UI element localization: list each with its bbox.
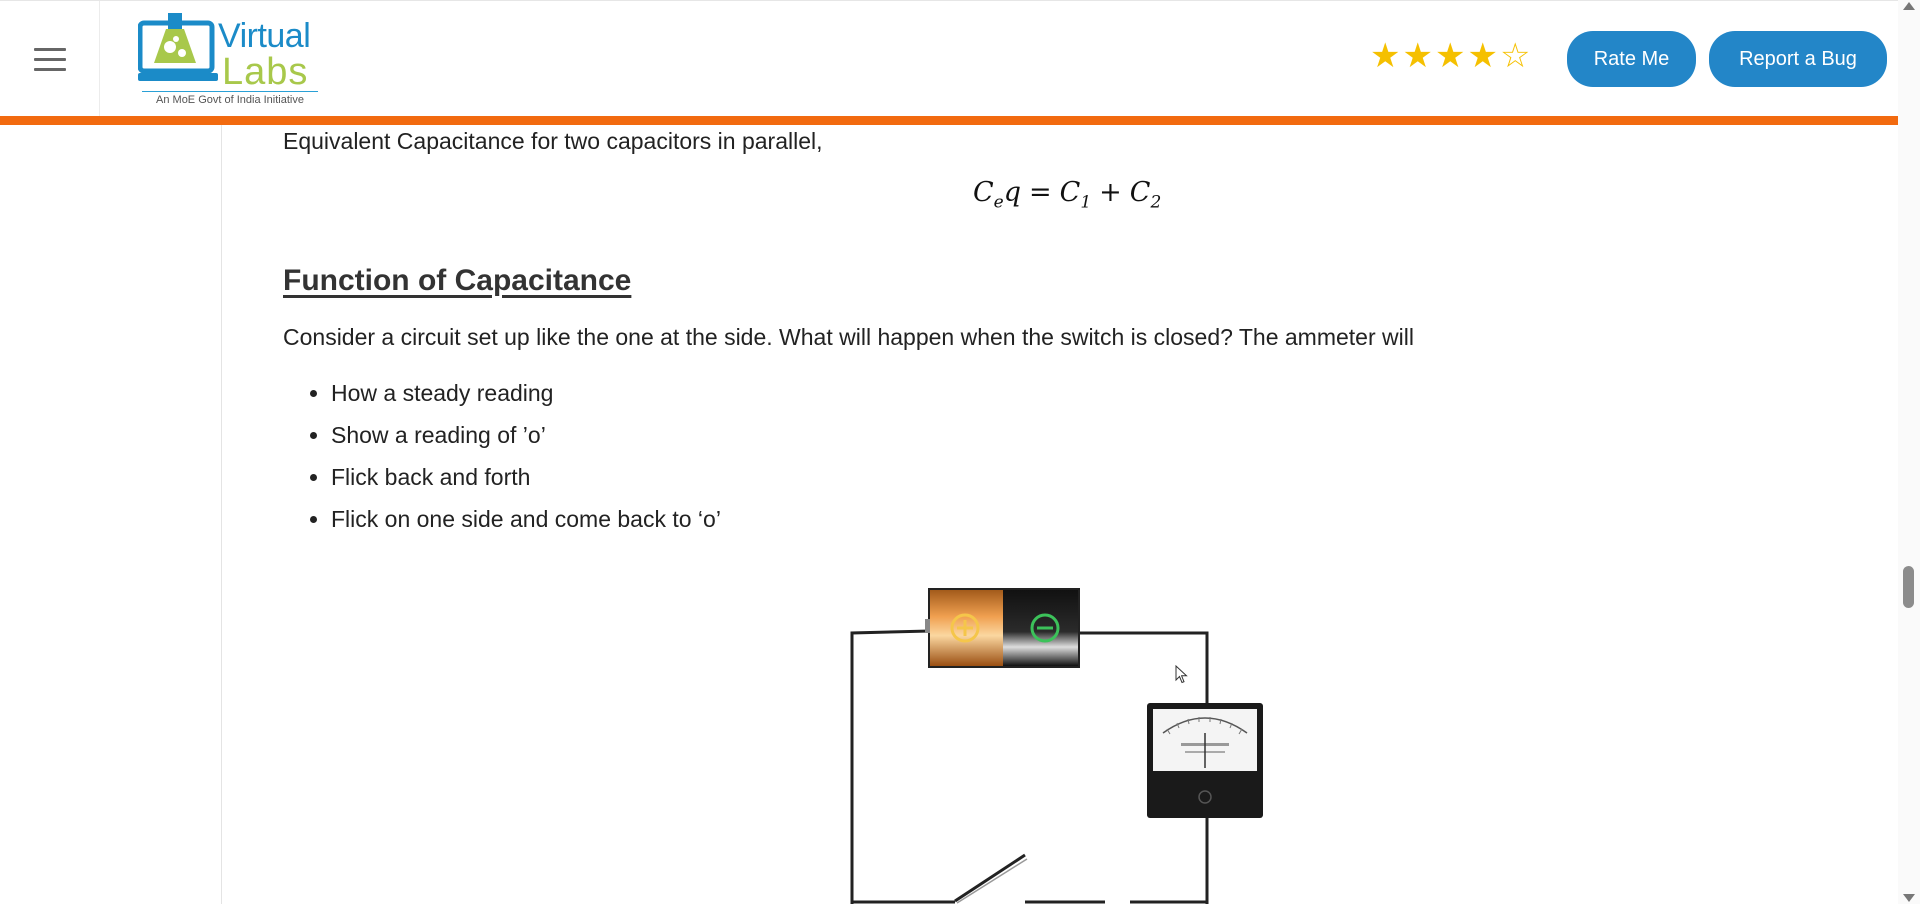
list-item: Show a reading of ’o’ xyxy=(331,419,721,451)
circuit-question: Consider a circuit set up like the one a… xyxy=(283,324,1414,350)
vertical-scrollbar[interactable] xyxy=(1898,0,1920,904)
logo-word-labs: Labs xyxy=(222,51,309,93)
star-rating[interactable]: ★ ★ ★ ★ ☆ xyxy=(1370,39,1530,73)
formula-c1-sub: 1 xyxy=(1080,192,1092,213)
list-item: How a steady reading xyxy=(331,377,721,409)
menu-button[interactable] xyxy=(0,1,100,117)
formula-c2-sub: 2 xyxy=(1150,192,1162,213)
star-filled-icon[interactable]: ★ xyxy=(1370,39,1400,73)
formula-c2-base: C xyxy=(1129,177,1151,208)
formula-plus: + xyxy=(1099,177,1122,208)
parallel-capacitance-text: Equivalent Capacitance for two capacitor… xyxy=(283,128,823,154)
scroll-down-icon[interactable] xyxy=(1903,894,1915,902)
formula-lhs-sub: e xyxy=(993,192,1004,213)
equivalent-capacitance-formula: Ceq = C1 + C2 xyxy=(973,177,1161,212)
list-item: Flick on one side and come back to ‘o’ xyxy=(331,503,721,535)
header-accent-bar xyxy=(0,116,1898,125)
battery-icon xyxy=(925,588,1080,668)
ammeter-icon xyxy=(1147,703,1263,818)
section-heading: Function of Capacitance xyxy=(283,264,632,297)
logo-flask-icon xyxy=(138,13,218,81)
formula-equals: = xyxy=(1029,177,1052,208)
star-filled-icon[interactable]: ★ xyxy=(1402,39,1432,73)
options-list: How a steady reading Show a reading of ’… xyxy=(331,377,721,545)
virtual-labs-logo[interactable]: Virtual Labs An MoE Govt of India Initia… xyxy=(138,9,318,107)
mouse-cursor-icon xyxy=(1175,665,1188,684)
logo-tagline: An MoE Govt of India Initiative xyxy=(142,91,318,106)
star-filled-icon[interactable]: ★ xyxy=(1467,39,1497,73)
scrollbar-thumb[interactable] xyxy=(1903,566,1914,608)
formula-c1-base: C xyxy=(1059,177,1081,208)
rate-me-button[interactable]: Rate Me xyxy=(1567,31,1696,87)
switch-icon xyxy=(954,853,1028,904)
formula-lhs-tail: q xyxy=(1003,177,1022,208)
formula-lhs-base: C xyxy=(973,177,994,208)
star-filled-icon[interactable]: ★ xyxy=(1435,39,1465,73)
star-empty-icon[interactable]: ☆ xyxy=(1500,39,1530,73)
report-bug-button[interactable]: Report a Bug xyxy=(1709,31,1887,87)
hamburger-icon xyxy=(33,41,66,78)
scroll-up-icon[interactable] xyxy=(1903,2,1915,10)
list-item: Flick back and forth xyxy=(331,461,721,493)
content-divider xyxy=(221,125,222,904)
circuit-diagram xyxy=(850,588,1263,904)
site-header: Virtual Labs An MoE Govt of India Initia… xyxy=(0,0,1898,117)
